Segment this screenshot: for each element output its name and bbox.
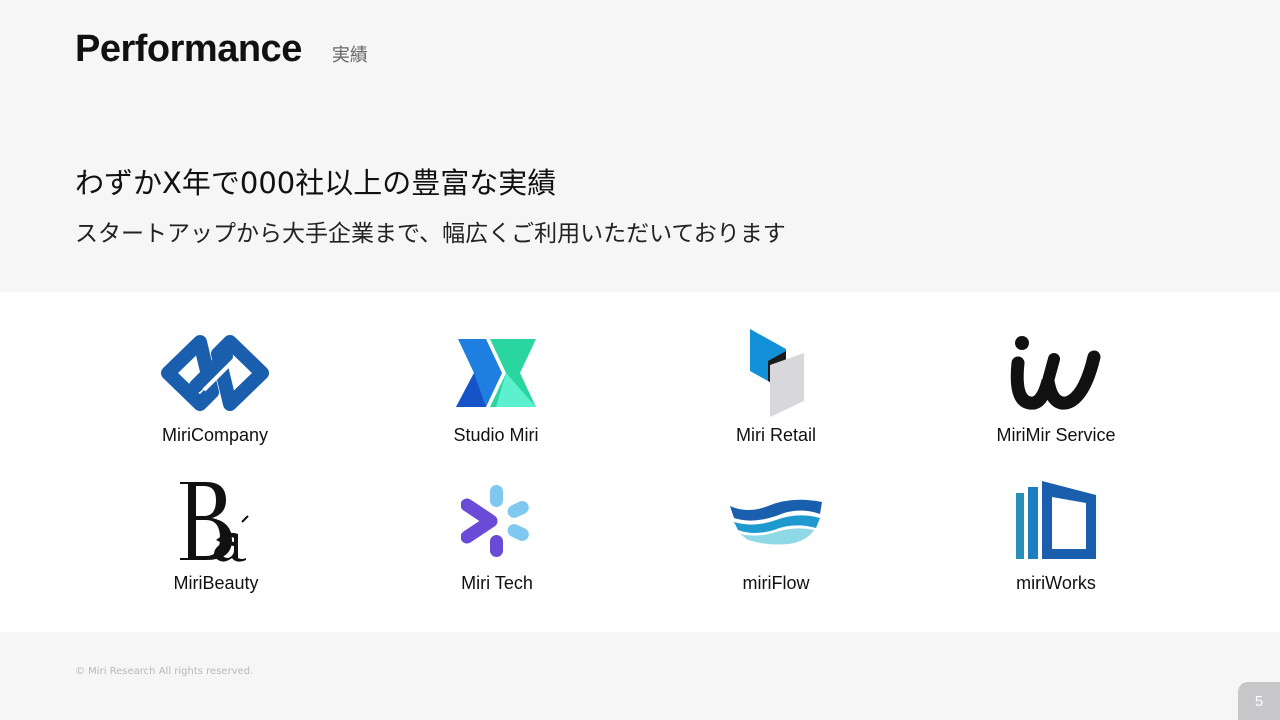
- logo-label: miriWorks: [1016, 573, 1096, 593]
- subheadline: スタートアップから大手企業まで、幅広くご利用いただいております: [75, 221, 786, 247]
- copyright-notice: © Miri Research All rights reserved.: [75, 666, 254, 677]
- logo-card-studio-miri: Studio Miri: [376, 306, 616, 446]
- page-title: Performance: [75, 28, 302, 70]
- logo-label: Miri Tech: [461, 573, 533, 593]
- logo-card-mirimir-service: MiriMir Service: [936, 306, 1176, 446]
- logo-label: Studio Miri: [453, 425, 539, 445]
- logo-label: miriFlow: [742, 573, 810, 593]
- logo-label: Miri Retail: [735, 425, 816, 445]
- folded-blocks-icon: [716, 327, 836, 419]
- headline: わずかX年で000社以上の豊富な実績: [75, 166, 557, 200]
- logo-label: MiriCompany: [161, 425, 269, 445]
- spark-arrow-icon: [437, 475, 557, 567]
- page-number-badge: 5: [1238, 682, 1280, 720]
- logo-card-miriflow: miriFlow: [656, 454, 896, 594]
- logo-label: MiriMir Service: [996, 425, 1116, 445]
- logo-card-miri-retail: Miri Retail: [656, 306, 896, 446]
- logo-card-miri-tech: Miri Tech: [377, 454, 617, 594]
- chain-link-icon: [155, 327, 275, 419]
- ba-monogram-icon: [156, 475, 276, 567]
- x-chevron-icon: [436, 327, 556, 419]
- door-panels-icon: [996, 475, 1116, 567]
- page-subtitle: 実績: [331, 45, 368, 66]
- logo-band: MiriCompany Studio Miri Miri Retail Miri…: [0, 292, 1280, 632]
- waves-icon: [716, 475, 836, 567]
- logo-card-miriworks: miriWorks: [936, 454, 1176, 594]
- logo-label: MiriBeauty: [173, 573, 259, 593]
- iw-lettermark-icon: [996, 327, 1116, 419]
- logo-card-miricompany: MiriCompany: [95, 306, 335, 446]
- slide-header: Performance 実績: [75, 28, 368, 71]
- logo-card-miribeauty: MiriBeauty: [96, 454, 336, 594]
